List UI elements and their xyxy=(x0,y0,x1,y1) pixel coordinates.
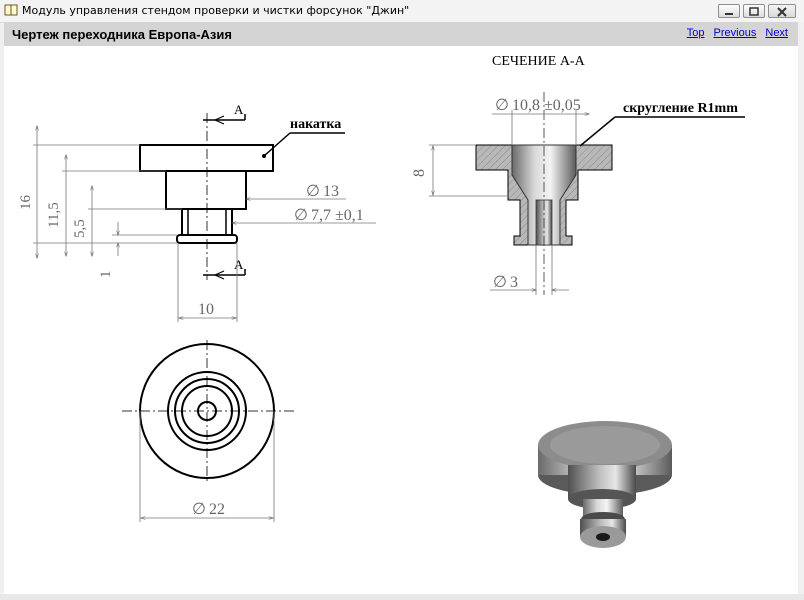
dim-diameter-3: 3 xyxy=(510,274,518,291)
dim-diameter-13: 13 xyxy=(323,183,339,200)
fillet-label: скругление R1mm xyxy=(623,101,738,116)
window-frame xyxy=(798,22,804,600)
nav-links: Top Previous Next xyxy=(681,27,788,39)
front-view: А А накатка 16 11,5 5,5 1 ∅ 13 ∅ 7,7 ±0,… xyxy=(18,102,376,322)
dim-diameter-22: 22 xyxy=(209,501,225,518)
top-view: ∅ 22 xyxy=(122,340,294,522)
dim-diameter-22-symbol: ∅ xyxy=(192,501,206,518)
maximize-icon xyxy=(749,7,759,16)
section-mark-top: А xyxy=(234,102,244,117)
dim-diameter-7-7-symbol: ∅ xyxy=(294,207,308,224)
dim-1: 1 xyxy=(98,271,114,279)
next-link[interactable]: Next xyxy=(765,27,788,39)
drawing-canvas: А А накатка 16 11,5 5,5 1 ∅ 13 ∅ 7,7 ±0,… xyxy=(4,46,798,594)
top-link[interactable]: Top xyxy=(687,27,705,39)
dim-11-5: 11,5 xyxy=(46,202,62,228)
section-view: СЕЧЕНИЕ А-А ∅ 10,8 ±0,05 8 ∅ 3 скруглени… xyxy=(411,54,745,295)
dim-diameter-3-symbol: ∅ xyxy=(493,274,507,291)
dim-5-5: 5,5 xyxy=(72,219,88,238)
dim-diameter-10-8: 10,8 ±0,05 xyxy=(512,97,581,114)
isometric-view xyxy=(538,421,672,548)
maximize-button[interactable] xyxy=(743,4,765,18)
close-button[interactable] xyxy=(768,4,796,18)
app-icon xyxy=(4,4,18,16)
dim-8: 8 xyxy=(411,169,428,177)
minimize-icon xyxy=(725,13,733,15)
window-title: Модуль управления стендом проверки и чис… xyxy=(22,4,410,17)
close-icon xyxy=(777,7,787,17)
previous-link[interactable]: Previous xyxy=(714,27,757,39)
dim-diameter-13-symbol: ∅ xyxy=(306,183,320,200)
dim-16: 16 xyxy=(18,195,34,211)
section-mark-bottom: А xyxy=(234,257,244,272)
dim-diameter-10-8-symbol: ∅ xyxy=(495,97,509,114)
dim-diameter-7-7: 7,7 ±0,1 xyxy=(311,207,364,224)
knurl-label: накатка xyxy=(290,117,341,132)
dim-10: 10 xyxy=(198,301,214,318)
header-bar: Чертеж переходника Европа-Азия Top Previ… xyxy=(4,22,798,46)
technical-drawing: А А накатка 16 11,5 5,5 1 ∅ 13 ∅ 7,7 ±0,… xyxy=(18,54,745,548)
page-title: Чертеж переходника Европа-Азия xyxy=(12,27,232,42)
minimize-button[interactable] xyxy=(718,4,740,18)
window-titlebar: Модуль управления стендом проверки и чис… xyxy=(0,0,804,23)
bottom-strip xyxy=(0,594,804,600)
section-title: СЕЧЕНИЕ А-А xyxy=(492,54,586,69)
